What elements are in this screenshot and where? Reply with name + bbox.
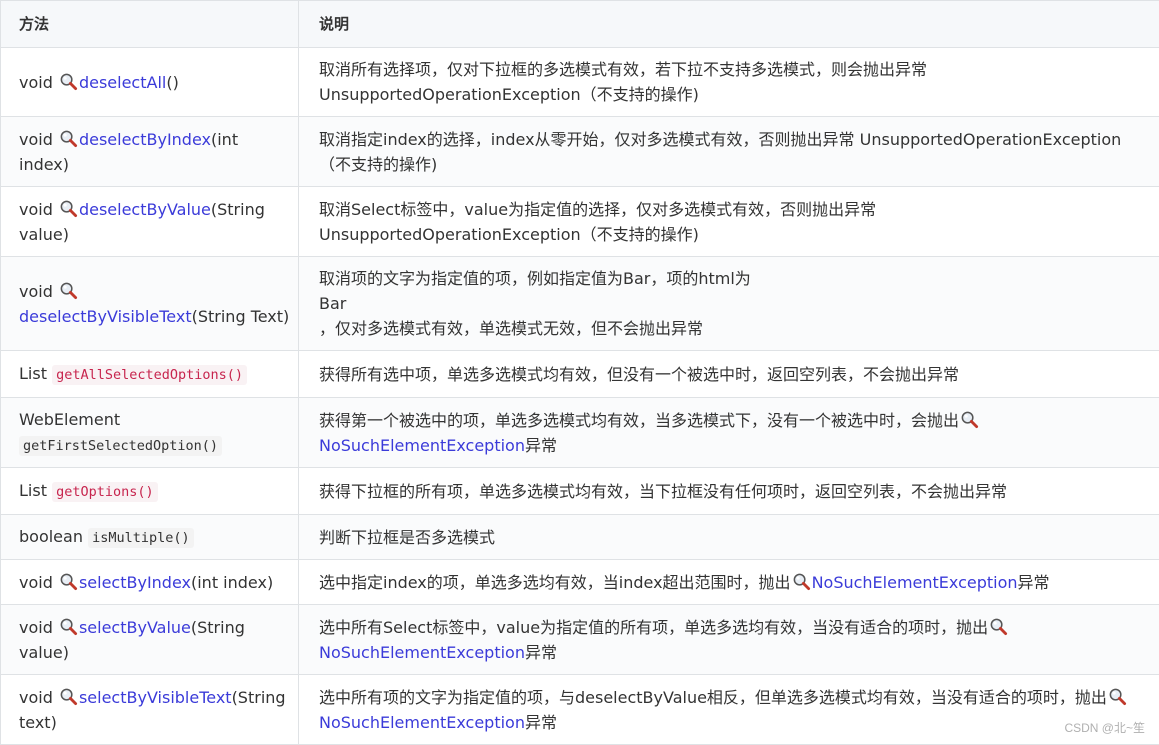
method-code: isMultiple() — [88, 528, 194, 548]
exception-link[interactable]: NoSuchElementException — [319, 436, 525, 455]
magnifier-icon — [1108, 687, 1127, 706]
method-link[interactable]: deselectByValue — [79, 200, 211, 219]
method-link[interactable]: deselectByVisibleText — [19, 307, 192, 326]
method-cell: void deselectByValue(String value) — [1, 187, 299, 257]
description-cell: 获得下拉框的所有项，单选多选模式均有效，当下拉框没有任何项时，返回空列表，不会抛… — [299, 468, 1159, 515]
description-cell: 获得第一个被选中的项，单选多选模式均有效，当多选模式下，没有一个被选中时，会抛出… — [299, 398, 1159, 468]
table-row: void deselectByIndex(int index) 取消指定inde… — [1, 117, 1159, 187]
magnifier-icon — [59, 199, 78, 218]
method-cell: boolean isMultiple() — [1, 515, 299, 560]
exception-link[interactable]: NoSuchElementException — [319, 713, 525, 732]
description-cell: 获得所有选中项，单选多选模式均有效，但没有一个被选中时，返回空列表，不会抛出异常 — [299, 351, 1159, 398]
method-cell: List getAllSelectedOptions() — [1, 351, 299, 398]
table-row: void deselectByValue(String value) 取消Sel… — [1, 187, 1159, 257]
magnifier-icon — [59, 129, 78, 148]
method-cell: void deselectByVisibleText(String Text) — [1, 257, 299, 351]
method-code: getAllSelectedOptions() — [52, 365, 247, 385]
magnifier-icon — [59, 72, 78, 91]
method-code: getOptions() — [52, 482, 158, 502]
method-link[interactable]: deselectAll — [79, 73, 166, 92]
header-description: 说明 — [299, 1, 1159, 48]
watermark: CSDN @北~笙 — [1064, 719, 1145, 736]
method-cell: void deselectByIndex(int index) — [1, 117, 299, 187]
method-code: getFirstSelectedOption() — [19, 436, 222, 456]
table-row: List getOptions() 获得下拉框的所有项，单选多选模式均有效，当下… — [1, 468, 1159, 515]
method-cell: void selectByValue(String value) — [1, 605, 299, 675]
description-cell: 取消Select标签中，value为指定值的选择，仅对多选模式有效，否则抛出异常… — [299, 187, 1159, 257]
table-row: void selectByIndex(int index) 选中指定index的… — [1, 560, 1159, 605]
method-cell: void selectByIndex(int index) — [1, 560, 299, 605]
method-cell: List getOptions() — [1, 468, 299, 515]
description-cell: 选中指定index的项，单选多选均有效，当index超出范围时，抛出NoSuch… — [299, 560, 1159, 605]
magnifier-icon — [792, 572, 811, 591]
method-link[interactable]: selectByValue — [79, 618, 191, 637]
magnifier-icon — [59, 572, 78, 591]
table-header-row: 方法 说明 — [1, 1, 1159, 48]
description-cell: 选中所有项的文字为指定值的项，与deselectByValue相反，但单选多选模… — [299, 675, 1159, 745]
table-row: void deselectByVisibleText(String Text) … — [1, 257, 1159, 351]
method-cell: void deselectAll() — [1, 48, 299, 117]
api-table: 方法 说明 void deselectAll() 取消所有选择项，仅对下拉框的多… — [0, 0, 1159, 745]
header-method: 方法 — [1, 1, 299, 48]
description-cell: 取消所有选择项，仅对下拉框的多选模式有效，若下拉不支持多选模式，则会抛出异常 U… — [299, 48, 1159, 117]
exception-link[interactable]: NoSuchElementException — [319, 643, 525, 662]
description-cell: 取消指定index的选择，index从零开始，仅对多选模式有效，否则抛出异常 U… — [299, 117, 1159, 187]
table-row: WebElement getFirstSelectedOption() 获得第一… — [1, 398, 1159, 468]
method-link[interactable]: selectByIndex — [79, 573, 191, 592]
table-row: void selectByVisibleText(String text) 选中… — [1, 675, 1159, 745]
exception-link[interactable]: NoSuchElementException — [812, 573, 1018, 592]
table-row: List getAllSelectedOptions() 获得所有选中项，单选多… — [1, 351, 1159, 398]
table-row: void selectByValue(String value) 选中所有Sel… — [1, 605, 1159, 675]
magnifier-icon — [59, 687, 78, 706]
description-cell: 判断下拉框是否多选模式 — [299, 515, 1159, 560]
table-row: void deselectAll() 取消所有选择项，仅对下拉框的多选模式有效，… — [1, 48, 1159, 117]
magnifier-icon — [960, 410, 979, 429]
method-link[interactable]: selectByVisibleText — [79, 688, 232, 707]
method-cell: void selectByVisibleText(String text) — [1, 675, 299, 745]
method-link[interactable]: deselectByIndex — [79, 130, 211, 149]
description-cell: 选中所有Select标签中，value为指定值的所有项，单选多选均有效，当没有适… — [299, 605, 1159, 675]
magnifier-icon — [989, 617, 1008, 636]
magnifier-icon — [59, 617, 78, 636]
table-row: boolean isMultiple() 判断下拉框是否多选模式 — [1, 515, 1159, 560]
description-cell: 取消项的文字为指定值的项，例如指定值为Bar，项的html为 Bar ，仅对多选… — [299, 257, 1159, 351]
magnifier-icon — [59, 281, 78, 300]
method-cell: WebElement getFirstSelectedOption() — [1, 398, 299, 468]
